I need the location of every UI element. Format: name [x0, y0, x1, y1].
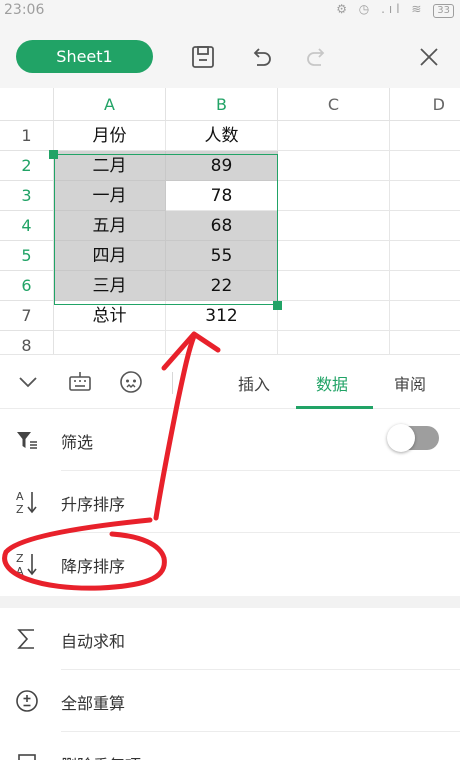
status-icons: ⚙ ◷ .ıl ≋ 33: [336, 2, 454, 18]
cell-b5[interactable]: 55: [166, 241, 278, 271]
menu-item-auto-sum[interactable]: 自动求和: [0, 608, 460, 670]
cell-a7[interactable]: 总计: [54, 301, 166, 331]
select-all-corner[interactable]: [0, 88, 54, 121]
cell-b6[interactable]: 22: [166, 271, 278, 301]
remove-duplicates-icon: [14, 750, 40, 760]
keyboard-button[interactable]: [66, 368, 94, 396]
cell-c3[interactable]: [278, 181, 390, 211]
row-header-5[interactable]: 5: [0, 241, 54, 271]
cell-d7[interactable]: [390, 301, 460, 331]
status-time: 23:06: [4, 2, 45, 18]
tab-insert[interactable]: 插入: [238, 371, 270, 395]
assistant-face-icon: [120, 371, 142, 393]
menu-label-sort-descending: 降序排序: [61, 557, 126, 576]
selection-handle-end[interactable]: [273, 301, 282, 310]
cell-c7[interactable]: [278, 301, 390, 331]
cell-c8[interactable]: [278, 331, 390, 354]
cell-c5[interactable]: [278, 241, 390, 271]
row-header-6[interactable]: 6: [0, 271, 54, 301]
svg-text:A: A: [16, 565, 24, 577]
cell-d1[interactable]: [390, 121, 460, 151]
cell-b1[interactable]: 人数: [166, 121, 278, 151]
filter-icon: [14, 427, 40, 453]
cell-c4[interactable]: [278, 211, 390, 241]
tab-data[interactable]: 数据: [316, 371, 348, 395]
cell-b4[interactable]: 68: [166, 211, 278, 241]
cell-a8[interactable]: [54, 331, 166, 354]
cell-d4[interactable]: [390, 211, 460, 241]
cell-a5[interactable]: 四月: [54, 241, 166, 271]
cell-d8[interactable]: [390, 331, 460, 354]
cell-b3[interactable]: 78: [166, 181, 278, 211]
row-header-4[interactable]: 4: [0, 211, 54, 241]
section-gap: [0, 596, 460, 608]
save-button[interactable]: [186, 40, 220, 74]
cell-a4[interactable]: 五月: [54, 211, 166, 241]
close-button[interactable]: [412, 40, 446, 74]
sigma-icon: [14, 626, 40, 652]
cell-d5[interactable]: [390, 241, 460, 271]
plus-minus-circle-icon: [14, 688, 40, 714]
cell-a2[interactable]: 二月: [54, 151, 166, 181]
cell-c6[interactable]: [278, 271, 390, 301]
cell-a1[interactable]: 月份: [54, 121, 166, 151]
undo-button[interactable]: [244, 40, 278, 74]
svg-text:Z: Z: [16, 552, 24, 565]
top-bar: 23:06 ⚙ ◷ .ıl ≋ 33 Sheet1: [0, 0, 460, 88]
menu-item-sort-descending[interactable]: Z A 降序排序: [0, 533, 460, 595]
column-header-d[interactable]: D: [390, 88, 460, 121]
menu-label-sort-ascending: 升序排序: [61, 495, 126, 514]
filter-toggle[interactable]: [387, 424, 439, 452]
battery-icon: 33: [433, 4, 454, 18]
cell-c1[interactable]: [278, 121, 390, 151]
status-signal-icons: ⚙ ◷ .ıl ≋: [336, 2, 426, 16]
menu-item-recalculate-all[interactable]: 全部重算: [0, 670, 460, 732]
undo-icon: [253, 48, 271, 66]
row-header-7[interactable]: 7: [0, 301, 54, 331]
cell-c2[interactable]: [278, 151, 390, 181]
sort-ascending-icon: A Z: [14, 489, 40, 515]
menu-label-remove-duplicates: 删除重复项: [61, 752, 141, 760]
redo-icon: [307, 48, 325, 66]
save-icon: [192, 46, 214, 68]
row-header-8[interactable]: 8: [0, 331, 54, 354]
menu-label-filter: 筛选: [61, 433, 94, 452]
tab-review[interactable]: 审阅: [394, 371, 426, 395]
column-header-a[interactable]: A: [54, 88, 166, 121]
close-icon: [420, 48, 438, 66]
svg-text:Z: Z: [16, 503, 24, 515]
ribbon-tab-bar: 插入 数据 审阅: [0, 354, 460, 409]
cell-a3[interactable]: 一月: [54, 181, 166, 211]
column-header-b[interactable]: B: [166, 88, 278, 121]
menu-item-sort-ascending[interactable]: A Z 升序排序: [0, 471, 460, 533]
cell-b7[interactable]: 312: [166, 301, 278, 331]
toggle-knob: [387, 424, 415, 452]
sort-descending-icon: Z A: [14, 551, 40, 577]
row-header-3[interactable]: 3: [0, 181, 54, 211]
chevron-down-icon: [19, 377, 37, 388]
menu-item-remove-duplicates[interactable]: 删除重复项: [0, 732, 460, 760]
cell-b8[interactable]: [166, 331, 278, 354]
row-header-1[interactable]: 1: [0, 121, 54, 151]
column-header-c[interactable]: C: [278, 88, 390, 121]
menu-label-auto-sum: 自动求和: [61, 632, 126, 651]
selection-handle-start[interactable]: [49, 150, 58, 159]
cell-d6[interactable]: [390, 271, 460, 301]
spreadsheet-grid[interactable]: A B C D 1 2 3 4 5 6 7 8 月份 人数 二月 89 一月 7…: [0, 88, 460, 354]
cell-d3[interactable]: [390, 181, 460, 211]
collapse-button[interactable]: [14, 368, 42, 396]
ribbon-divider: [172, 372, 173, 394]
keyboard-icon: [69, 372, 91, 391]
cell-a6[interactable]: 三月: [54, 271, 166, 301]
sheet-tab[interactable]: Sheet1: [16, 40, 153, 73]
cell-d2[interactable]: [390, 151, 460, 181]
redo-button[interactable]: [300, 40, 334, 74]
row-header-2[interactable]: 2: [0, 151, 54, 181]
menu-label-recalculate-all: 全部重算: [61, 694, 126, 713]
assistant-button[interactable]: [117, 368, 145, 396]
cell-b2[interactable]: 89: [166, 151, 278, 181]
svg-text:A: A: [16, 490, 24, 503]
